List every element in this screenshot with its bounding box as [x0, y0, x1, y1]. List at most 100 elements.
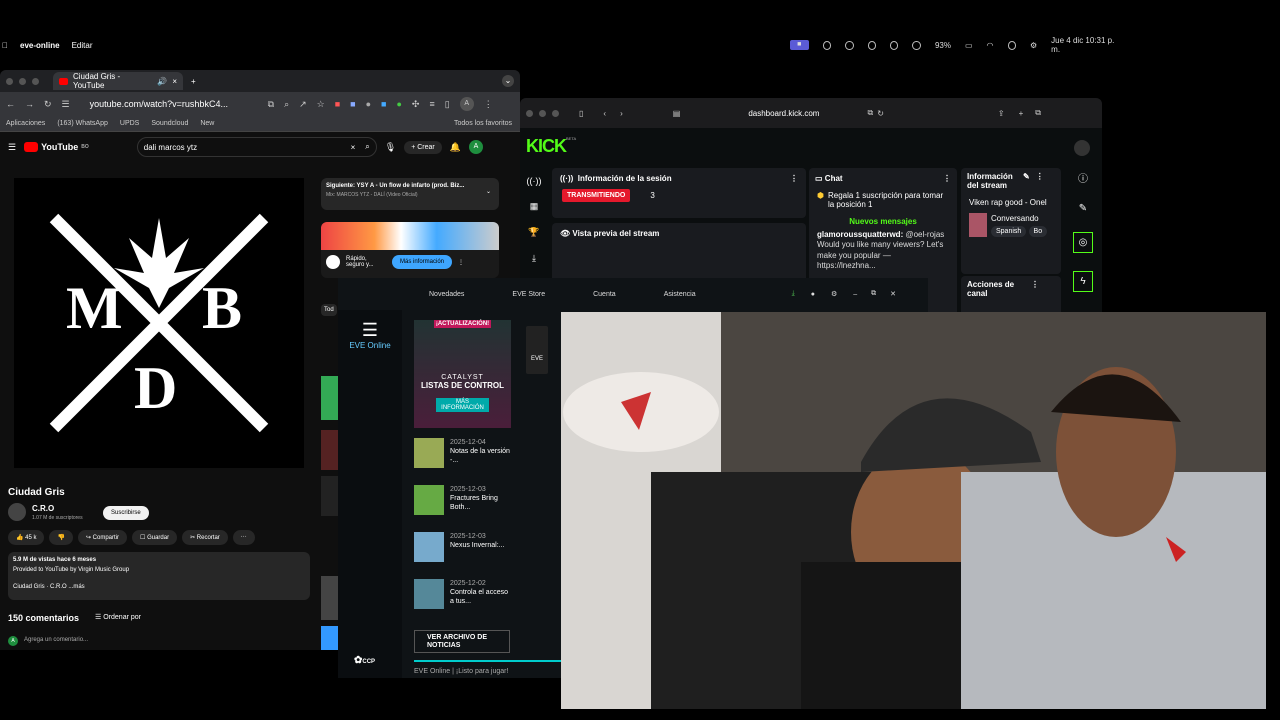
close-dot[interactable]: [526, 109, 533, 117]
max-dot[interactable]: [552, 109, 559, 117]
app-name[interactable]: eve-online: [20, 41, 60, 50]
download-icon[interactable]: ⤓: [532, 253, 536, 264]
catalyst-banner[interactable]: ¡ACTUALIZACIÓN! CATALYST LISTAS DE CONTR…: [414, 320, 511, 428]
nav-novedades[interactable]: Novedades: [429, 291, 464, 298]
bookmark-soundcloud[interactable]: Soundcloud: [151, 120, 188, 127]
more-icon[interactable]: ⋮: [1036, 172, 1044, 190]
sidebar-icon[interactable]: ▯: [445, 99, 450, 110]
extension-icon[interactable]: ●: [366, 99, 371, 109]
clock-text[interactable]: Jue 4 dic 10:31 p. m.: [1051, 36, 1120, 54]
moon-icon[interactable]: [889, 40, 899, 50]
side-thumb[interactable]: [321, 626, 339, 650]
banner-button[interactable]: MÁS INFORMACIÓN: [436, 398, 489, 412]
new-messages[interactable]: Nuevos mensajes: [809, 217, 957, 226]
download-icon[interactable]: ⤓: [792, 290, 795, 298]
ad-info-button[interactable]: Más información: [392, 255, 453, 269]
tabs-icon[interactable]: ⧉: [1035, 108, 1041, 118]
reading-list-icon[interactable]: ≡: [429, 99, 434, 109]
hamburger-icon[interactable]: ☰: [8, 142, 16, 153]
forward-icon[interactable]: ›: [620, 109, 623, 118]
side-thumb[interactable]: [321, 430, 339, 470]
dislike-button[interactable]: 👎: [49, 530, 73, 545]
tab-close-icon[interactable]: ×: [172, 77, 177, 86]
chevron-down-icon[interactable]: ⌄: [486, 188, 491, 195]
more-actions-button[interactable]: ···: [232, 530, 255, 545]
side-thumb[interactable]: [321, 376, 339, 420]
gift-text[interactable]: Regala 1 suscripción para tomar la posic…: [828, 191, 949, 209]
youtube-logo[interactable]: YouTube BO: [24, 142, 89, 152]
kick-logo[interactable]: KICK: [526, 136, 567, 157]
new-tab-icon[interactable]: +: [191, 77, 196, 86]
more-icon[interactable]: ⋮: [943, 174, 951, 183]
tab-list-icon[interactable]: ⌄: [502, 75, 514, 87]
camera-icon[interactable]: ◎: [1072, 232, 1094, 253]
tab-youtube[interactable]: Ciudad Gris - YouTube 🔊 ×: [53, 72, 183, 90]
menu-edit[interactable]: Editar: [72, 41, 93, 50]
news-item[interactable]: 2025-12-03 Fractures Bring Both...: [414, 485, 512, 515]
bell-icon[interactable]: 🔔: [450, 142, 461, 153]
install-icon[interactable]: ⧉: [268, 99, 274, 110]
bookmark-whatsapp[interactable]: (163) WhatsApp: [57, 120, 108, 127]
share-icon[interactable]: ↗: [299, 99, 307, 110]
max-dot[interactable]: [32, 77, 39, 85]
side-thumb[interactable]: [321, 476, 339, 516]
subscribe-button[interactable]: Suscribirse: [103, 506, 149, 520]
next-up-card[interactable]: Siguiente: YSY A - Un flow de infarto (p…: [321, 178, 499, 210]
share-icon[interactable]: ⇪: [998, 109, 1005, 118]
close-icon[interactable]: ✕: [890, 290, 896, 298]
news-item[interactable]: 2025-12-02 Controla el acceso a tus...: [414, 579, 512, 609]
search-icon[interactable]: ⌕: [359, 142, 375, 152]
clear-search-icon[interactable]: ×: [351, 143, 356, 152]
settings-icon[interactable]: ⚙: [831, 290, 837, 298]
stats-icon[interactable]: ▦: [530, 201, 539, 212]
mic-icon[interactable]: ●: [811, 291, 815, 298]
like-button[interactable]: 👍 45 k: [8, 530, 45, 545]
min-dot[interactable]: [19, 77, 26, 85]
extension-icon[interactable]: ■: [350, 99, 355, 109]
broadcast-icon[interactable]: ((·)): [527, 176, 542, 186]
create-button[interactable]: + Crear: [404, 140, 442, 154]
channel-avatar[interactable]: [8, 503, 26, 521]
kick-url[interactable]: dashboard.kick.com: [748, 109, 819, 118]
search-icon[interactable]: [1007, 40, 1016, 50]
close-dot[interactable]: [6, 77, 13, 85]
side-thumb[interactable]: [321, 576, 339, 620]
soccer-icon[interactable]: [867, 40, 876, 50]
reload-icon[interactable]: ↻: [44, 99, 52, 110]
eve-tile[interactable]: EVE: [526, 326, 548, 374]
trophy-icon[interactable]: 🏆: [528, 227, 539, 238]
share-button[interactable]: ↪ Compartir: [77, 530, 128, 545]
restore-icon[interactable]: ⧉: [871, 290, 876, 298]
archive-button[interactable]: VER ARCHIVO DE NOTICIAS: [414, 630, 510, 654]
apple-icon[interactable]: : [2, 41, 10, 50]
nav-cuenta[interactable]: Cuenta: [593, 291, 616, 298]
search-input[interactable]: dali marcos ytz × ⌕: [136, 137, 377, 157]
pencil-icon[interactable]: ✎: [1079, 203, 1087, 214]
more-icon[interactable]: ⋮: [790, 174, 798, 183]
control-center-icon[interactable]: ⚙: [1030, 41, 1037, 50]
save-button[interactable]: ☐ Guardar: [132, 530, 178, 545]
bookmark-apps[interactable]: Aplicaciones: [6, 120, 45, 127]
news-item[interactable]: 2025-12-03 Nexus Invernal:...: [414, 532, 512, 562]
puzzle-icon[interactable]: ✣: [412, 99, 420, 110]
timer-icon[interactable]: [845, 40, 854, 50]
edit-icon[interactable]: ✎: [1023, 172, 1030, 190]
extension-icon[interactable]: ■: [381, 99, 386, 109]
url-field[interactable]: youtube.com/watch?v=rushbkC4...: [90, 99, 258, 109]
video-player[interactable]: M B D: [14, 178, 304, 468]
add-comment-input[interactable]: Agrega un comentario...: [24, 637, 88, 643]
mic-icon[interactable]: 🎙: [385, 142, 396, 153]
site-info-icon[interactable]: ☰: [62, 99, 70, 110]
eve-side-label[interactable]: EVE Online: [338, 341, 402, 350]
description-box[interactable]: 5.9 M de vistas hace 6 meses Provided to…: [8, 552, 310, 600]
ad-card[interactable]: Rápido, seguro y... Más información ⋮: [321, 222, 499, 278]
menu-icon[interactable]: ☰: [360, 320, 380, 341]
extension-icon[interactable]: ■: [335, 99, 340, 109]
sidebar-icon[interactable]: ▯: [579, 109, 583, 118]
clip-button[interactable]: ✂ Recortar: [182, 530, 228, 545]
category[interactable]: Conversando: [991, 214, 1047, 223]
chip-all[interactable]: Tod: [321, 304, 337, 316]
extension-icon[interactable]: ●: [396, 99, 401, 109]
broadcast-icon[interactable]: [822, 40, 832, 50]
info-icon[interactable]: ⓘ: [1078, 170, 1088, 185]
